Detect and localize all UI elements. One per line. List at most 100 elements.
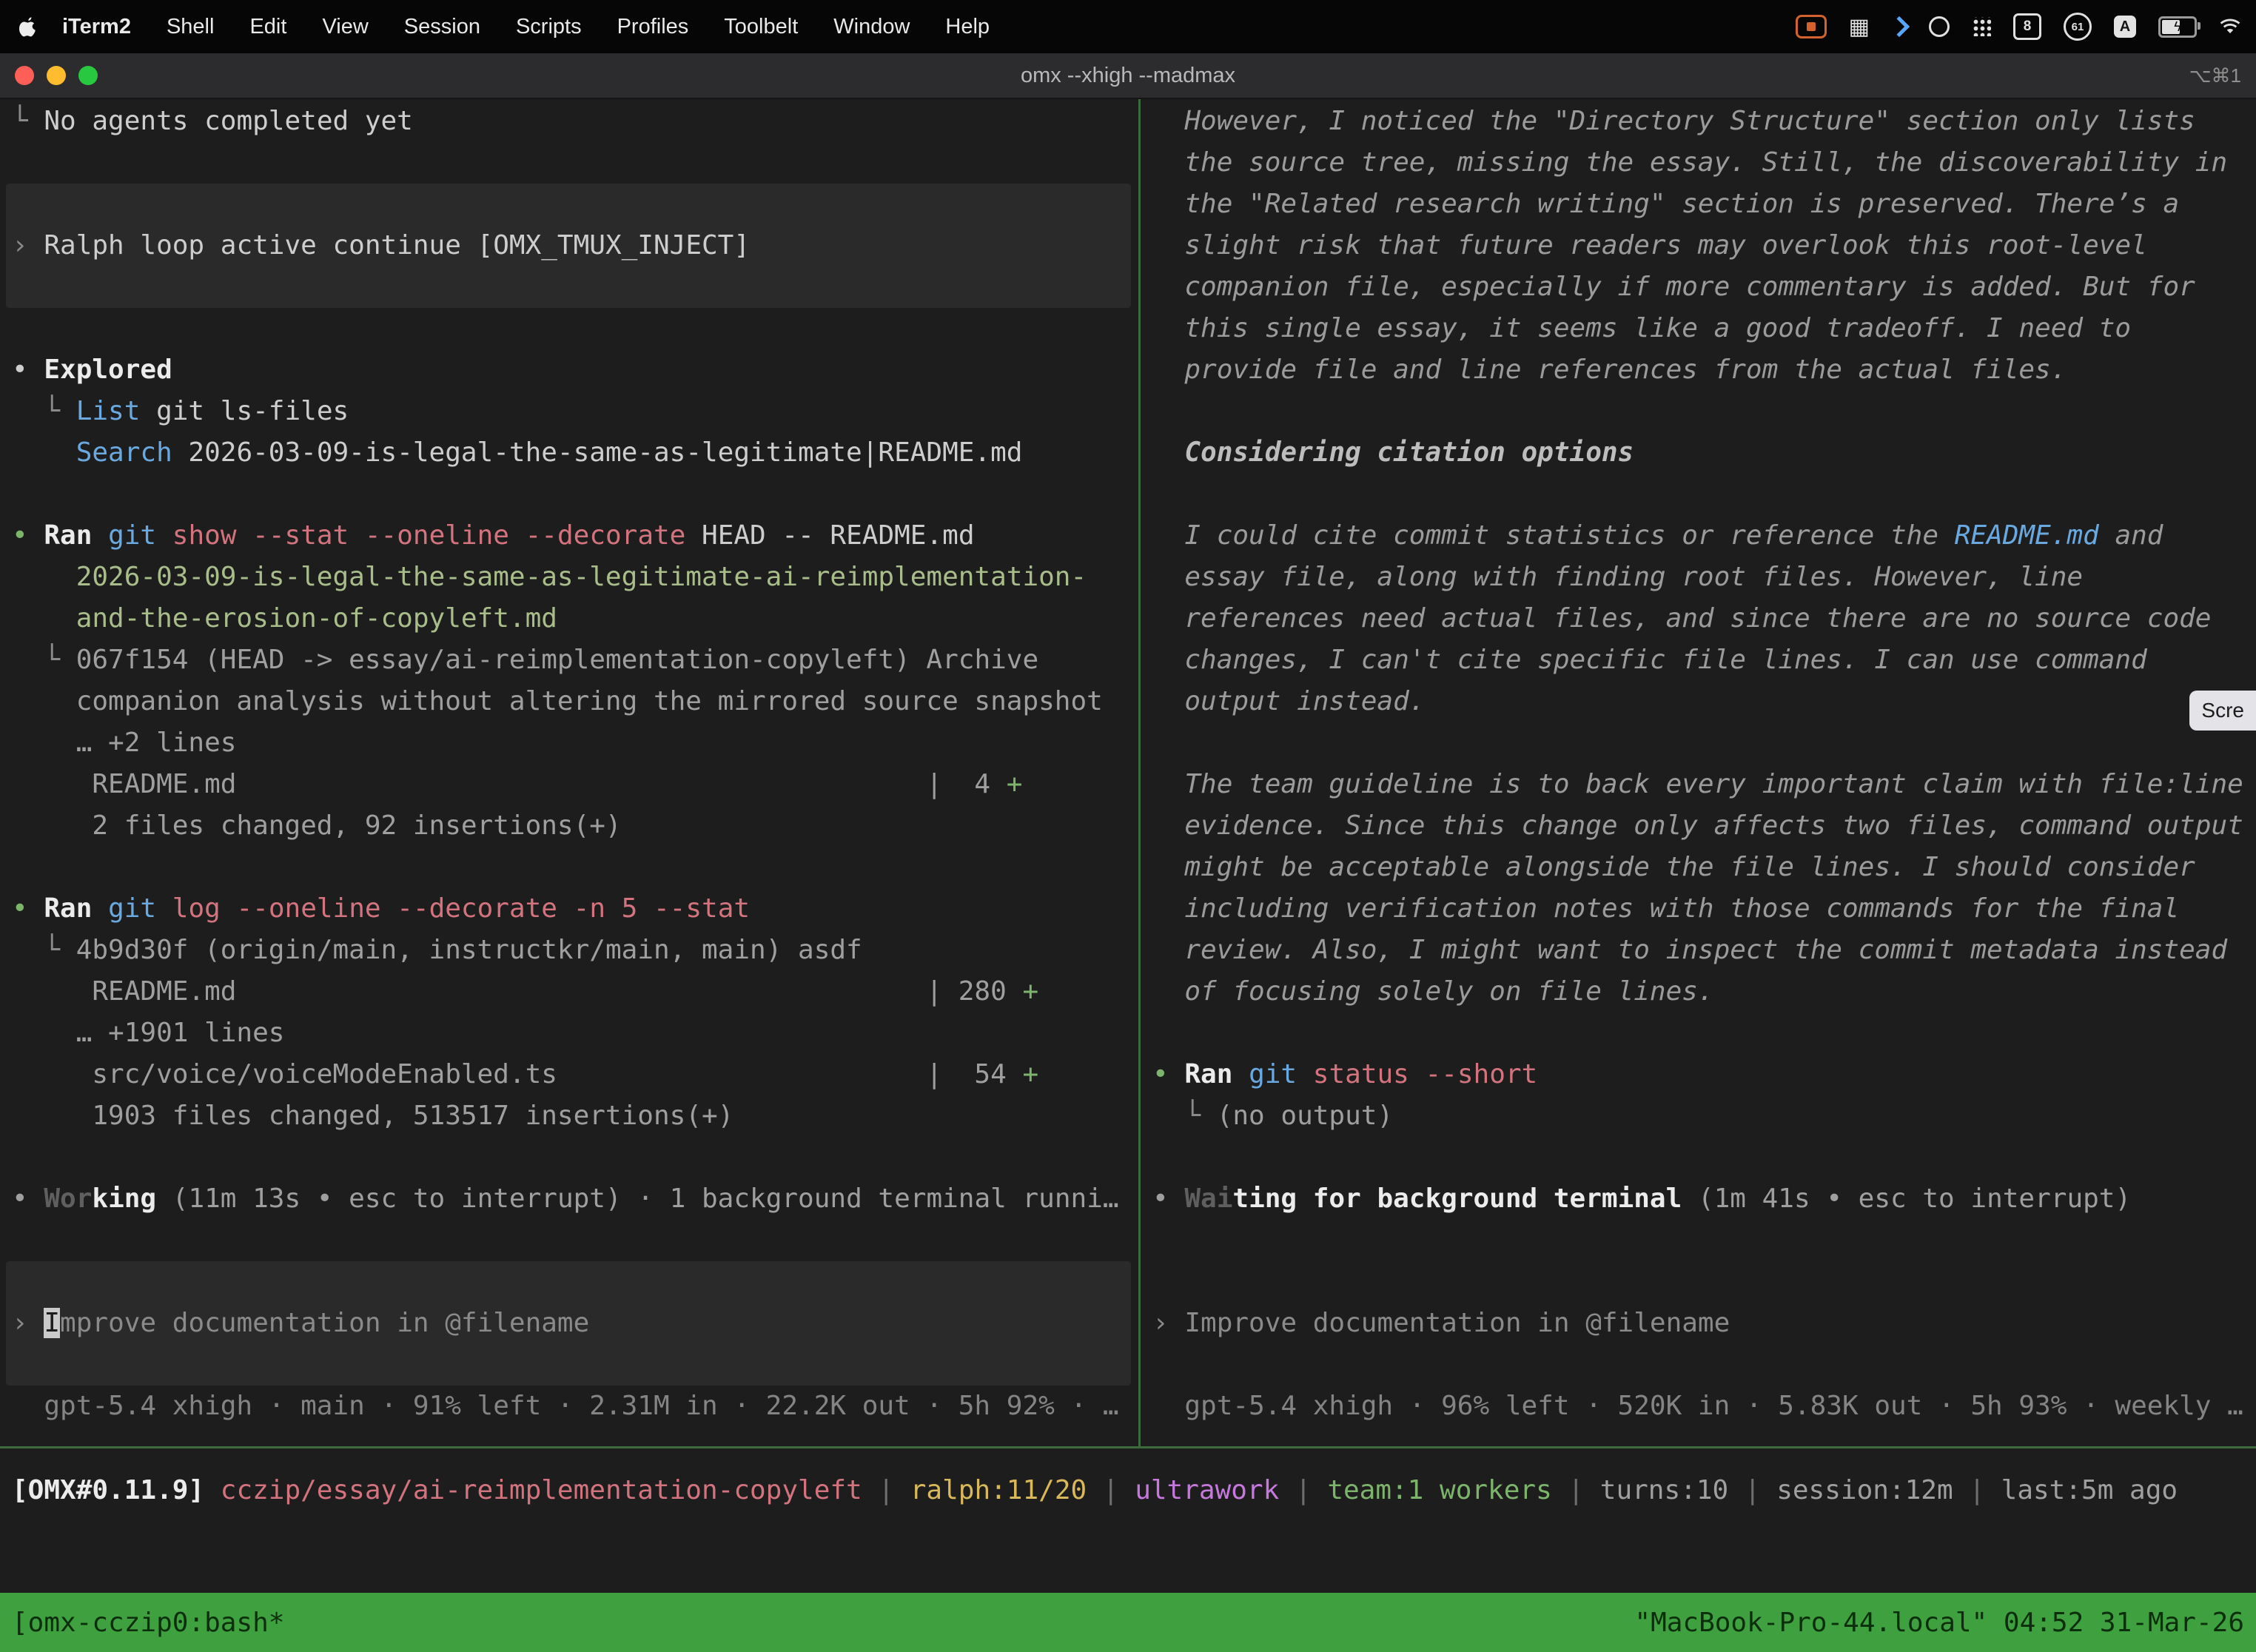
terminal-line: • Explored <box>12 349 1138 391</box>
omx-turns: turns:10 <box>1600 1475 1728 1505</box>
terminal-line: └ (no output) <box>1152 1095 2256 1137</box>
apple-logo <box>19 16 37 37</box>
tmux-status-bar: [omx-cczip0:bash* "MacBook-Pro-44.local"… <box>0 1593 2256 1652</box>
menu-edit[interactable]: Edit <box>232 15 304 39</box>
terminal-line: 2 files changed, 92 insertions(+) <box>12 805 1138 847</box>
text-segment: • <box>12 520 44 551</box>
terminal-line: companion analysis without altering the … <box>12 681 1138 722</box>
terminal-line: … +1901 lines <box>12 1013 1138 1054</box>
text-segment: › <box>12 230 44 261</box>
text-segment: └ <box>12 935 76 965</box>
text-segment: might be acceptable alongside the file l… <box>1152 852 2195 882</box>
close-button[interactable] <box>15 66 34 85</box>
text-segment: 2026-03-09-is-legal-the-same-as-legitima… <box>12 562 1087 592</box>
terminal-line: including verification notes with those … <box>1152 888 2256 930</box>
screen-recording-icon[interactable] <box>1796 15 1827 38</box>
text-segment <box>1232 1059 1249 1089</box>
apple-menu-icon[interactable] <box>19 16 37 37</box>
minimize-button[interactable] <box>47 66 66 85</box>
text-segment: • <box>1152 1059 1184 1089</box>
omx-session: session:12m <box>1776 1475 1953 1505</box>
terminal-line: slight risk that future readers may over… <box>1152 225 2256 266</box>
app-menus: iTerm2ShellEditViewSessionScriptsProfile… <box>44 15 1007 39</box>
menu-circle-icon[interactable] <box>1929 16 1950 37</box>
terminal-line: src/voice/voiceModeEnabled.ts | 54 + <box>12 1054 1138 1095</box>
model-status-line: gpt-5.4 xhigh · 96% left · 520K in · 5.8… <box>1152 1386 2256 1427</box>
battery-icon[interactable]: ϟ <box>2158 16 2197 38</box>
notification-popup[interactable]: Scre <box>2189 691 2256 731</box>
text-segment: including verification notes with those … <box>1152 893 2179 924</box>
percent-badge-icon[interactable]: 61 <box>2064 13 2092 41</box>
wifi-icon[interactable] <box>2219 18 2241 36</box>
text-segment: gpt-5.4 xhigh · 96% left · 520K in · 5.8… <box>1152 1391 2243 1421</box>
traffic-lights <box>15 66 98 85</box>
menu-shell[interactable]: Shell <box>149 15 232 39</box>
prompt-input-line: › Improve documentation in @filename <box>12 1303 1138 1344</box>
text-segment: and-the-erosion-of-copyleft.md <box>12 603 557 634</box>
menu-scripts[interactable]: Scripts <box>498 15 600 39</box>
terminal-line: provide file and line references from th… <box>1152 349 2256 391</box>
omx-team: team:1 workers <box>1327 1475 1551 1505</box>
menu-session[interactable]: Session <box>386 15 498 39</box>
text-segment: + <box>1022 1059 1038 1089</box>
text-segment: Ran <box>1184 1059 1232 1089</box>
text-segment: | <box>1728 1475 1776 1505</box>
text-segment: + <box>1007 769 1023 799</box>
text-segment: king <box>92 1183 156 1214</box>
left-pane[interactable]: └ No agents completed yet› Ralph loop ac… <box>0 98 1138 1446</box>
menu-toolbelt[interactable]: Toolbelt <box>706 15 816 39</box>
chevron-right-icon[interactable] <box>1889 16 1910 37</box>
text-segment: git <box>1249 1059 1297 1089</box>
terminal-line: the "Related research writing" section i… <box>1152 184 2256 225</box>
right-pane-content: However, I noticed the "Directory Struct… <box>1141 98 2256 1446</box>
text-segment: references need actual files, and since … <box>1152 603 2211 634</box>
terminal-line: • Ran git log --oneline --decorate -n 5 … <box>12 888 1138 930</box>
menu-profiles[interactable]: Profiles <box>600 15 707 39</box>
menu-view[interactable]: View <box>304 15 386 39</box>
text-segment: › <box>1152 1308 1184 1338</box>
omx-mode: ultrawork <box>1135 1475 1279 1505</box>
text-segment: and <box>2099 520 2163 551</box>
text-segment: └ <box>12 396 76 426</box>
right-pane[interactable]: However, I noticed the "Directory Struct… <box>1141 98 2256 1446</box>
text-segment: ting for background terminal <box>1232 1183 1682 1214</box>
text-segment: evidence. Since this change only affects… <box>1152 810 2243 841</box>
text-cursor: I <box>44 1308 60 1338</box>
text-segment: (11m 13s • esc to interrupt) · 1 backgro… <box>156 1183 1118 1214</box>
text-segment: › <box>12 1308 44 1338</box>
text-segment: output instead. <box>1152 686 1425 716</box>
input-source-icon[interactable]: A <box>2114 16 2136 38</box>
window-manager-icon[interactable]: ▦ <box>1849 14 1870 40</box>
text-segment: companion analysis without altering the … <box>12 686 1103 716</box>
text-segment: Considering citation options <box>1152 437 1634 468</box>
screen: iTerm2ShellEditViewSessionScriptsProfile… <box>0 0 2256 1652</box>
text-segment: 2 files changed, 92 insertions(+) <box>12 810 622 841</box>
text-segment: Explored <box>44 355 172 385</box>
text-segment: log --oneline --decorate -n 5 --stat <box>172 893 750 924</box>
terminal-line: However, I noticed the "Directory Struct… <box>1152 101 2256 142</box>
text-segment: (1m 41s • esc to interrupt) <box>1682 1183 2131 1214</box>
omx-last: last:5m ago <box>2001 1475 2178 1505</box>
text-segment: slight risk that future readers may over… <box>1152 230 2147 261</box>
text-segment: README.md <box>1955 520 2099 551</box>
terminal-line: essay file, along with finding root file… <box>1152 557 2256 598</box>
text-segment: • <box>12 1183 44 1214</box>
window-title-bar[interactable]: omx --xhigh --madmax ⌥⌘1 <box>0 53 2256 99</box>
terminal-line: I could cite commit statistics or refere… <box>1152 515 2256 557</box>
keycap-icon[interactable]: 8 <box>2013 13 2041 40</box>
menu-window[interactable]: Window <box>816 15 927 39</box>
tmux-host-time: "MacBook-Pro-44.local" 04:52 31-Mar-26 <box>1634 1608 2244 1638</box>
text-segment: Wai <box>1184 1183 1232 1214</box>
text-segment: the "Related research writing" section i… <box>1152 189 2179 219</box>
zoom-button[interactable] <box>78 66 98 85</box>
text-segment: README.md | 4 <box>12 769 1007 799</box>
menu-help[interactable]: Help <box>927 15 1007 39</box>
menu-iterm2[interactable]: iTerm2 <box>44 15 149 39</box>
text-segment: | <box>1087 1475 1135 1505</box>
text-segment: status --short <box>1313 1059 1537 1089</box>
app-grid-icon[interactable] <box>1972 17 1991 36</box>
text-segment: src/voice/voiceModeEnabled.ts | 54 <box>12 1059 1022 1089</box>
text-segment: • <box>12 893 44 924</box>
terminal-line: output instead. <box>1152 681 2256 722</box>
text-segment: | <box>1953 1475 2001 1505</box>
